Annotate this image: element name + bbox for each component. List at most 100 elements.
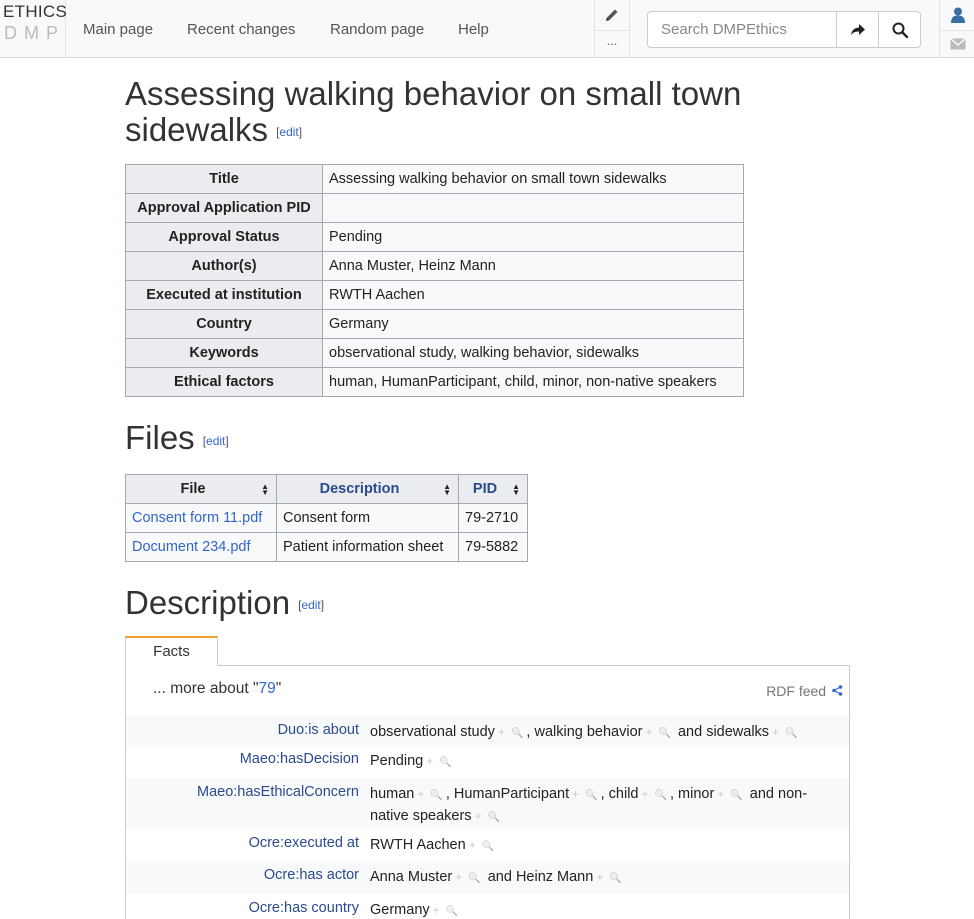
rdf-feed-label: RDF feed [766, 682, 827, 699]
plus-icon[interactable]: + [426, 754, 433, 768]
edit-page-button[interactable] [595, 0, 629, 30]
facts-panel: ... more about "79" RDF feed Duo:is abou… [125, 664, 850, 919]
more-about-heading: ... more about "79" [153, 680, 281, 698]
infobox-key: Ethical factors [125, 367, 323, 398]
infobox-key: Keywords [125, 338, 323, 369]
infobox-row: Approval Application PID [125, 193, 744, 224]
infobox-key: Author(s) [125, 251, 323, 282]
user-icon [950, 7, 965, 23]
plus-icon[interactable]: + [498, 725, 505, 739]
column-header-description[interactable]: Description ▲ ▼ [276, 473, 459, 504]
files-table: File ▲ ▼ Description ▲ ▼ PID ▲ ▼ Consent form … [125, 473, 528, 562]
file-link[interactable]: Document 234.pdf [132, 539, 251, 555]
browse-search-icon[interactable]: 🔍 [430, 790, 442, 801]
nav-random-page[interactable]: Random page [330, 21, 424, 38]
plus-icon[interactable]: + [641, 787, 648, 801]
plus-icon[interactable]: + [572, 787, 579, 801]
browse-search-icon[interactable]: 🔍 [468, 873, 480, 884]
browse-search-icon[interactable]: 🔍 [785, 728, 797, 739]
file-link[interactable]: Consent form 11.pdf [132, 510, 262, 526]
sort-icon: ▲ ▼ [261, 481, 269, 497]
browse-search-icon[interactable]: 🔍 [655, 790, 667, 801]
page-title-text: Assessing walking behavior on small town… [125, 75, 742, 148]
site-logo[interactable]: ETHICS DMP [0, 0, 67, 57]
plus-icon[interactable]: + [469, 838, 476, 852]
nav-main-page[interactable]: Main page [83, 21, 153, 38]
browse-search-icon[interactable]: 🔍 [511, 728, 523, 739]
file-cell: Consent form 11.pdf [125, 502, 277, 533]
envelope-icon [949, 38, 966, 50]
plus-icon[interactable]: + [596, 870, 603, 884]
fact-property-link[interactable]: Maeo:hasDecision [126, 751, 359, 767]
share-icon [832, 685, 843, 696]
plus-icon[interactable]: + [455, 870, 462, 884]
plus-icon[interactable]: + [433, 903, 440, 917]
arrow-forward-icon [850, 23, 865, 35]
rdf-feed-link[interactable]: RDF feed [766, 683, 843, 699]
messages-button[interactable] [940, 30, 974, 57]
column-header-file[interactable]: File ▲ ▼ [125, 473, 277, 504]
infobox-value: Germany [322, 309, 744, 340]
fact-separator: , [669, 785, 679, 802]
pencil-icon [606, 9, 618, 21]
files-edit-link[interactable]: edit [206, 434, 225, 448]
fact-property-link[interactable]: Duo:is about [126, 722, 359, 738]
fact-property-link[interactable]: Maeo:hasEthicalConcern [126, 784, 359, 800]
plus-icon[interactable]: + [417, 787, 424, 801]
fact-row: Ocre:has country Germany + 🔍 [126, 894, 849, 919]
nav-recent-changes[interactable]: Recent changes [187, 21, 295, 38]
fact-property-link[interactable]: Ocre:executed at [126, 835, 359, 851]
title-edit-link[interactable]: edit [279, 125, 298, 139]
files-edit-section: [edit] [202, 433, 229, 448]
description-cell: Patient information sheet [276, 531, 459, 562]
browse-search-icon[interactable]: 🔍 [659, 728, 671, 739]
top-navbar: ETHICS DMP Main page Recent changes Rand… [0, 0, 974, 58]
column-header-pid[interactable]: PID ▲ ▼ [458, 473, 528, 504]
infobox-row: Title Assessing walking behavior on small… [125, 164, 744, 195]
fact-property-link[interactable]: Ocre:has country [126, 900, 359, 916]
sort-icon: ▲ ▼ [512, 481, 520, 497]
main-content: Assessing walking behavior on small town… [125, 76, 865, 919]
browse-search-icon[interactable]: 🔍 [730, 790, 742, 801]
fact-property-link[interactable]: Ocre:has actor [126, 867, 359, 883]
browse-search-icon[interactable]: 🔍 [488, 812, 500, 823]
column-header-description-label[interactable]: Description [320, 481, 400, 497]
fact-value: sidewalks [706, 723, 770, 740]
table-row: Consent form 11.pdf Consent form 79-2710 [125, 502, 528, 533]
plus-icon[interactable]: + [772, 725, 779, 739]
description-edit-link[interactable]: edit [301, 598, 320, 612]
tab-facts[interactable]: Facts [125, 635, 218, 666]
plus-icon[interactable]: + [475, 809, 482, 823]
title-edit-section: [edit] [276, 125, 303, 140]
nav-help[interactable]: Help [458, 21, 489, 38]
plus-icon[interactable]: + [717, 787, 724, 801]
browse-search-icon[interactable]: 🔍 [585, 790, 597, 801]
column-header-pid-label[interactable]: PID [473, 481, 497, 497]
file-cell: Document 234.pdf [125, 531, 277, 562]
browse-search-icon[interactable]: 🔍 [439, 757, 451, 768]
browse-search-icon[interactable]: 🔍 [446, 906, 458, 917]
more-about-link[interactable]: 79 [258, 680, 275, 697]
infobox-value: Anna Muster, Heinz Mann [322, 251, 744, 282]
search-button[interactable] [878, 11, 921, 48]
fact-separator: and [673, 723, 707, 740]
search-input[interactable] [647, 11, 837, 48]
description-heading-text: Description [125, 583, 291, 621]
fact-value: HumanParticipant [453, 785, 570, 802]
browse-search-icon[interactable]: 🔍 [482, 841, 494, 852]
fact-values: Anna Muster + 🔍 and Heinz Mann + 🔍 [370, 867, 840, 889]
more-tools-button[interactable]: ... [595, 30, 629, 57]
user-menu-button[interactable] [940, 0, 974, 30]
facts-box: Facts ... more about "79" RDF feed Duo:i… [125, 635, 850, 919]
fact-values: human + 🔍, HumanParticipant + 🔍, child + 🔍, mi… [370, 784, 840, 828]
fact-values: Pending + 🔍 [370, 751, 840, 773]
browse-search-icon[interactable]: 🔍 [609, 873, 621, 884]
fact-value: minor [678, 785, 715, 802]
fact-separator: and [745, 785, 778, 802]
fact-separator: , [445, 785, 454, 802]
plus-icon[interactable]: + [645, 725, 652, 739]
column-header-file-label: File [180, 480, 206, 497]
more-about-prefix: ... more about " [153, 679, 259, 697]
go-button[interactable] [836, 11, 879, 48]
infobox-value: Assessing walking behavior on small town… [322, 164, 744, 195]
